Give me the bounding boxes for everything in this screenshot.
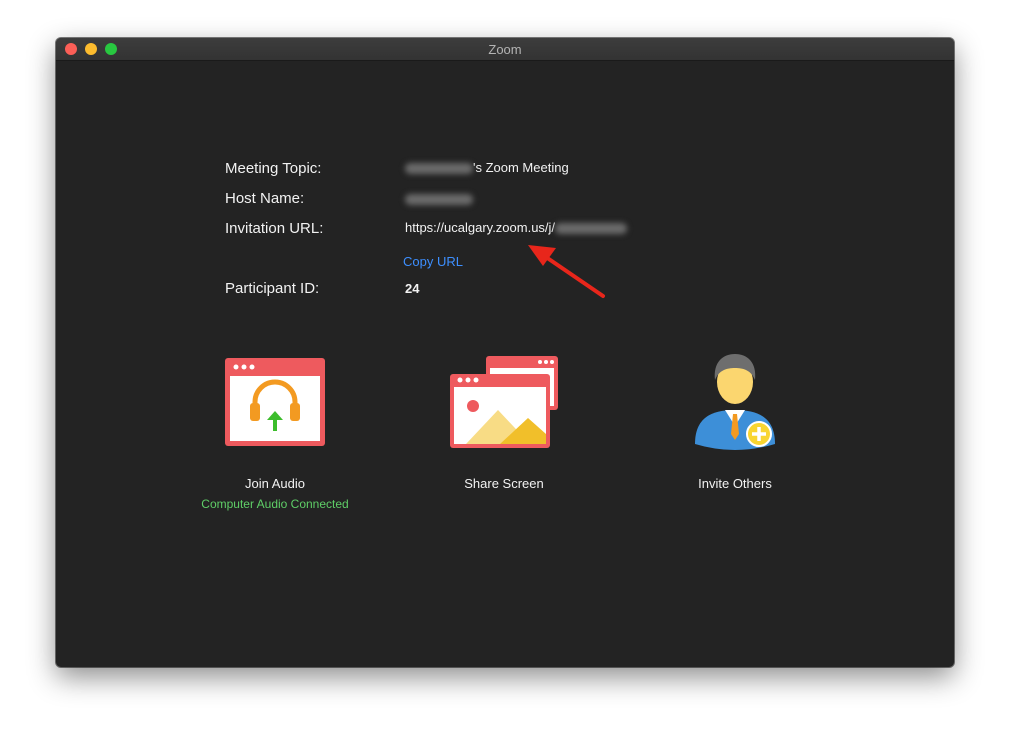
copy-url-link[interactable]: Copy URL xyxy=(403,254,463,269)
annotation-arrow-icon xyxy=(528,245,605,298)
invite-others-label: Invite Others xyxy=(698,476,772,491)
redacted-host-name xyxy=(405,194,473,206)
join-audio-label: Join Audio xyxy=(245,476,305,491)
participant-id-value: 24 xyxy=(405,281,420,296)
invitation-url-value: https://ucalgary.zoom.us/j/ xyxy=(405,220,628,235)
window-title: Zoom xyxy=(488,42,522,57)
invite-person-icon xyxy=(695,354,775,450)
host-name-value xyxy=(405,191,473,206)
meeting-topic-label: Meeting Topic: xyxy=(225,160,322,177)
headphones-icon xyxy=(225,358,325,446)
participant-id-label: Participant ID: xyxy=(225,280,320,297)
redacted-meeting-id xyxy=(555,223,628,235)
share-screen-action[interactable]: Share Screen xyxy=(430,354,578,491)
redacted-name xyxy=(405,163,473,175)
invitation-url-text: https://ucalgary.zoom.us/j/ xyxy=(405,220,556,235)
host-name-label: Host Name: xyxy=(225,190,305,207)
meeting-topic-value: 's Zoom Meeting xyxy=(405,160,569,175)
join-audio-action[interactable]: Join Audio Computer Audio Connected xyxy=(182,356,368,511)
invitation-url-label: Invitation URL: xyxy=(225,220,324,237)
zoom-window: Zoom Meeting Topic: 's Zoom Meeting Host… xyxy=(56,38,954,667)
join-audio-status: Computer Audio Connected xyxy=(201,497,349,511)
meeting-topic-suffix: 's Zoom Meeting xyxy=(473,160,569,175)
invite-others-action[interactable]: Invite Others xyxy=(666,352,804,491)
title-bar: Zoom xyxy=(56,38,954,61)
share-screen-label: Share Screen xyxy=(464,476,544,491)
share-screen-icon xyxy=(450,356,558,448)
